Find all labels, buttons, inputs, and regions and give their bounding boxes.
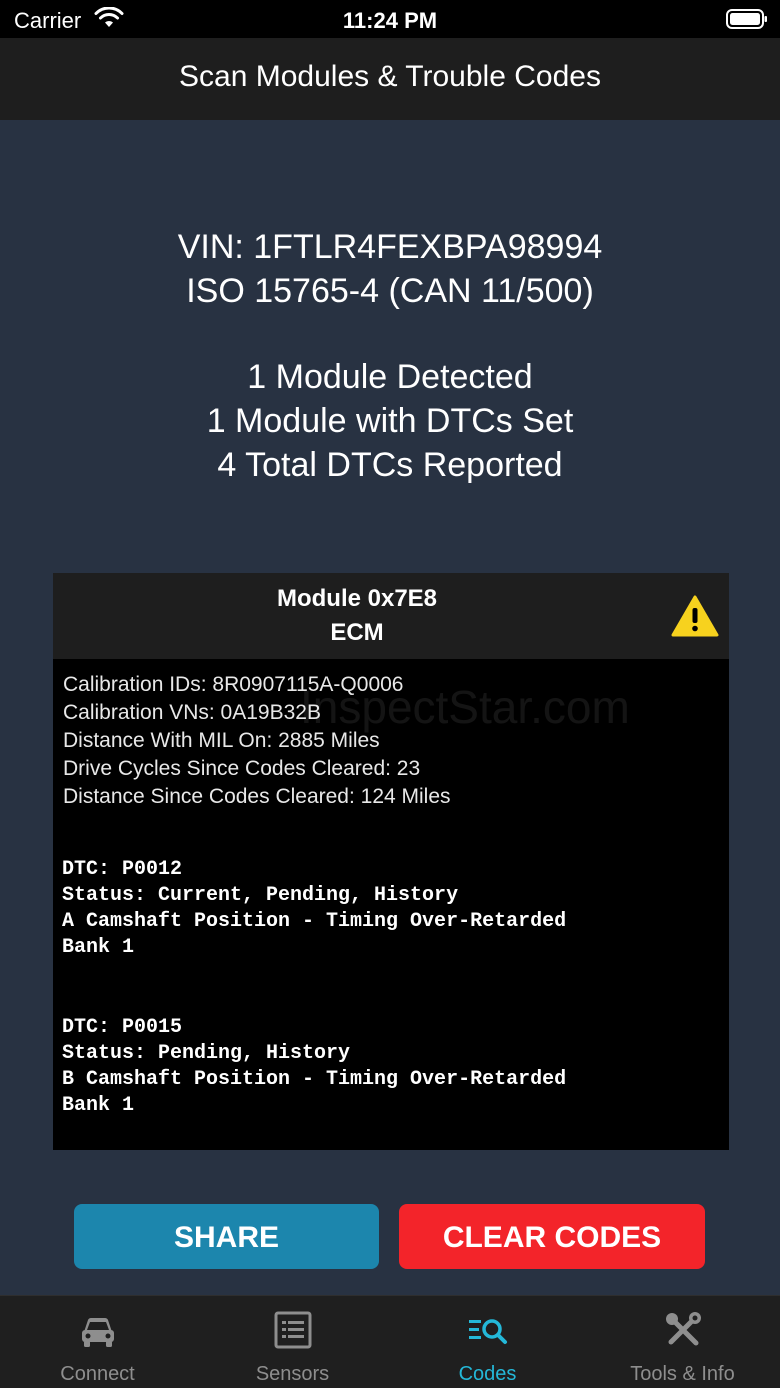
page-title: Scan Modules & Trouble Codes: [179, 60, 601, 93]
dtc-description-bank: Bank 1: [62, 1094, 135, 1117]
dtc-description: A Camshaft Position - Timing Over-Retard…: [62, 910, 567, 933]
clock: 11:24 PM: [342, 8, 438, 33]
dtc-code: DTC: P0012: [62, 858, 183, 881]
module-subtitle: ECM: [330, 619, 384, 646]
car-icon: [78, 1310, 118, 1350]
tools-icon: [663, 1310, 703, 1350]
dtc-code: DTC: P0015: [62, 1016, 183, 1039]
clear-codes-button[interactable]: CLEAR CODES: [399, 1204, 705, 1269]
vin-text: VIN: 1FTLR4FEXBPA98994: [177, 228, 603, 266]
module-header: Module 0x7E8 ECM: [53, 573, 729, 659]
tab-bar: Connect Sensors Codes Tools & Info: [0, 1295, 780, 1388]
search-list-icon: [468, 1310, 508, 1350]
tab-codes[interactable]: Codes: [390, 1296, 585, 1388]
tab-sensors[interactable]: Sensors: [195, 1296, 390, 1388]
drive-cycles-text: Drive Cycles Since Codes Cleared: 23: [63, 757, 421, 780]
tab-label: Connect: [60, 1363, 135, 1385]
battery-icon: [726, 9, 768, 29]
watermark: InspectStar.com: [300, 681, 630, 733]
tab-label: Tools & Info: [630, 1363, 735, 1385]
total-dtcs-text: 4 Total DTCs Reported: [217, 446, 563, 484]
modules-detected-text: 1 Module Detected: [247, 358, 533, 396]
tab-label: Sensors: [255, 1363, 330, 1385]
module-title: Module 0x7E8: [276, 585, 438, 612]
calibration-vns-text: Calibration VNs: 0A19B32B: [63, 701, 321, 724]
protocol-text: ISO 15765-4 (CAN 11/500): [186, 272, 594, 310]
distance-cleared-text: Distance Since Codes Cleared: 124 Miles: [63, 785, 451, 808]
navigation-bar: Scan Modules & Trouble Codes: [0, 38, 780, 120]
tab-label: Codes: [458, 1363, 517, 1385]
module-card: Module 0x7E8 ECM Calibration IDs: 8R0907…: [53, 573, 729, 1150]
modules-with-dtcs-text: 1 Module with DTCs Set: [206, 402, 574, 440]
tab-connect[interactable]: Connect: [0, 1296, 195, 1388]
list-icon: [273, 1310, 313, 1350]
dtc-status: Status: Pending, History: [62, 1042, 351, 1065]
dtc-description: B Camshaft Position - Timing Over-Retard…: [62, 1068, 567, 1091]
dtc-status: Status: Current, Pending, History: [62, 884, 459, 907]
tab-tools-info[interactable]: Tools & Info: [585, 1296, 780, 1388]
dtc-description-bank: Bank 1: [62, 936, 135, 959]
warning-icon: [671, 595, 719, 637]
share-button[interactable]: SHARE: [74, 1204, 379, 1269]
status-bar: Carrier 11:24 PM: [0, 0, 780, 38]
